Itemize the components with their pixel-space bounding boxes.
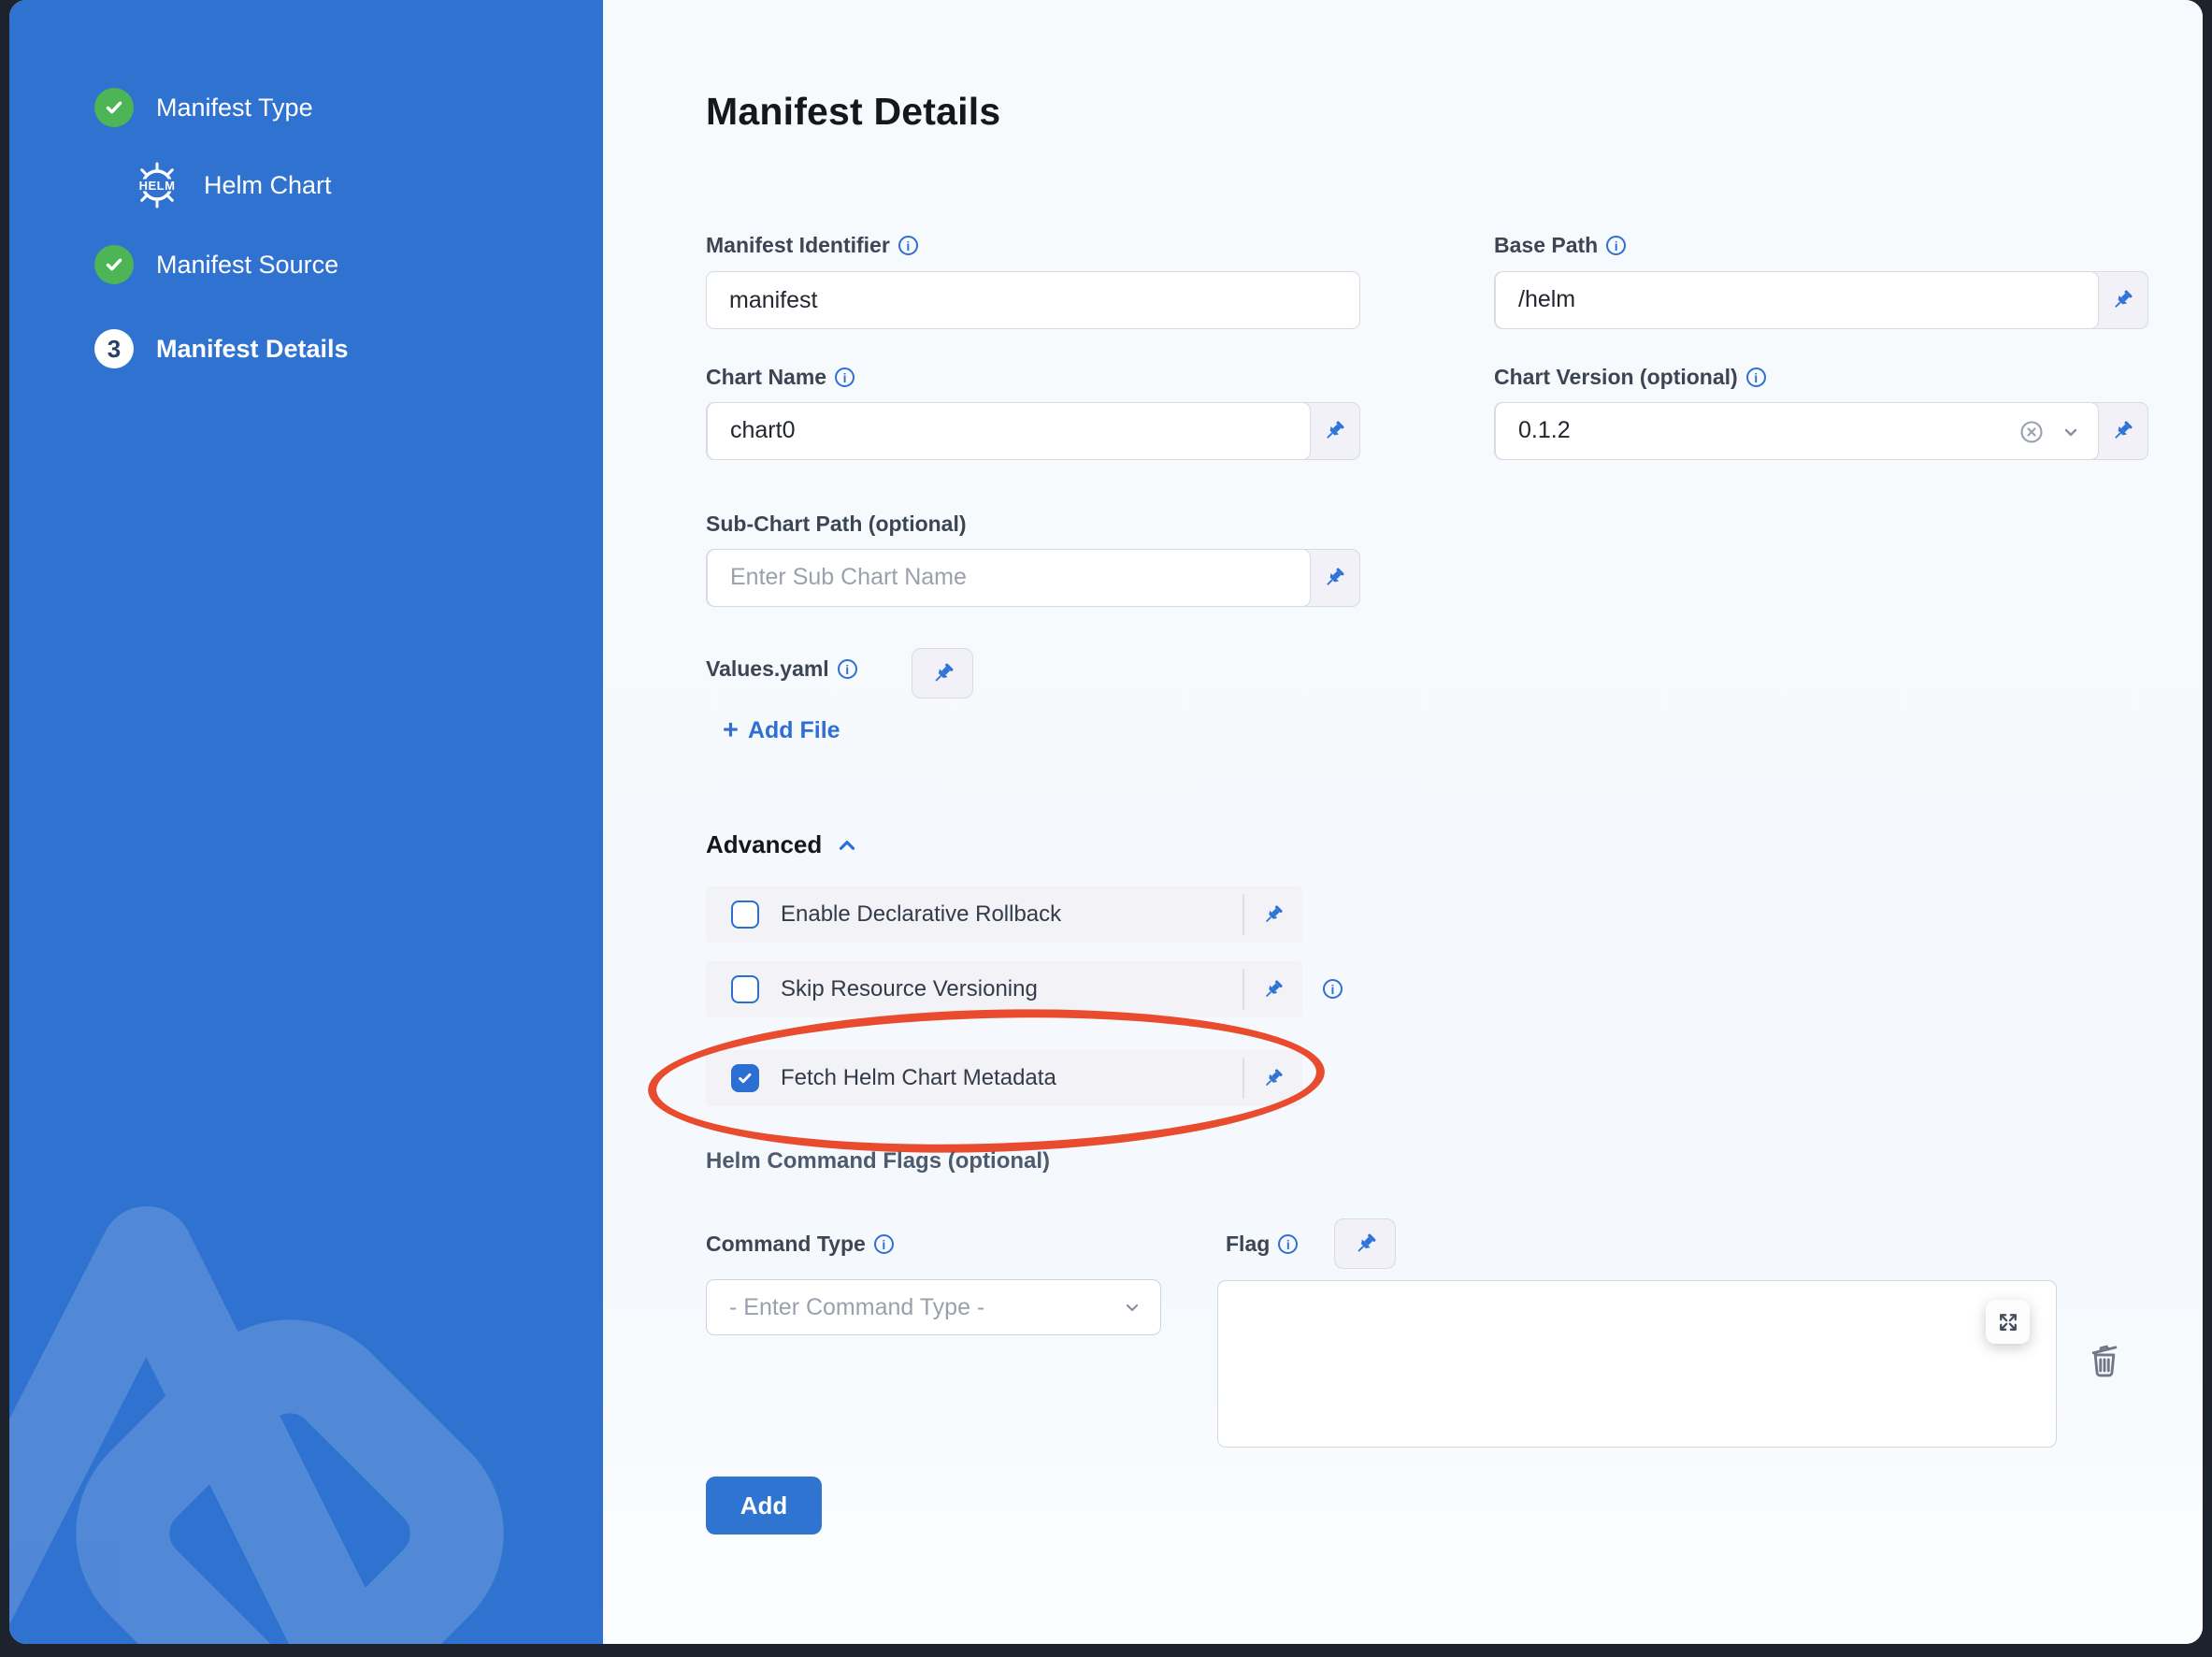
step-complete-icon [94, 88, 134, 127]
pin-icon[interactable] [1250, 1050, 1295, 1106]
sub-chart-path-field [706, 549, 1360, 607]
info-icon[interactable] [835, 367, 855, 387]
pin-icon[interactable] [1334, 1218, 1396, 1269]
checkbox[interactable] [731, 1064, 759, 1092]
step-label: Manifest Source [156, 251, 338, 280]
chart-name-label: Chart Name [706, 365, 855, 390]
helm-command-flags-label: Helm Command Flags (optional) [706, 1148, 1050, 1174]
manifest-type-label: Helm Chart [204, 171, 332, 200]
pin-icon[interactable] [1309, 403, 1359, 459]
chart-version-field [1494, 402, 2148, 460]
info-icon[interactable] [838, 659, 857, 679]
flag-textarea[interactable] [1217, 1280, 2057, 1448]
manifest-wizard-modal: Manifest Type HELM Helm Cha [9, 0, 2203, 1644]
manifest-identifier-input[interactable] [706, 271, 1360, 329]
sidebar-step-manifest-source[interactable]: Manifest Source [94, 245, 338, 284]
clear-icon[interactable] [2018, 419, 2045, 445]
checkbox-row-fetch-helm-chart-metadata[interactable]: Fetch Helm Chart Metadata [706, 1050, 1302, 1106]
command-type-select[interactable]: - Enter Command Type - [706, 1279, 1161, 1335]
step-number-badge: 3 [94, 329, 134, 368]
pin-icon[interactable] [1309, 550, 1359, 606]
add-button[interactable]: Add [706, 1477, 822, 1535]
chevron-down-icon[interactable] [2060, 421, 2082, 443]
base-path-input[interactable] [1495, 271, 2099, 329]
checkbox-row-skip-resource-versioning[interactable]: Skip Resource Versioning [706, 961, 1302, 1017]
info-icon[interactable] [1606, 236, 1626, 255]
sub-chart-path-label: Sub-Chart Path (optional) [706, 512, 967, 537]
sidebar-step-manifest-details[interactable]: 3 Manifest Details [94, 329, 349, 368]
flag-label: Flag [1226, 1232, 1298, 1257]
plus-icon: + [723, 717, 739, 744]
step-label: Manifest Details [156, 335, 349, 364]
chart-version-label: Chart Version (optional) [1494, 365, 1766, 390]
chevron-up-icon [835, 833, 859, 857]
command-type-placeholder: - Enter Command Type - [729, 1294, 1121, 1321]
command-type-label: Command Type [706, 1232, 894, 1257]
pin-icon[interactable] [2097, 272, 2147, 328]
sidebar-manifest-type-helm-chart[interactable]: HELM Helm Chart [133, 161, 332, 209]
checkbox-label: Fetch Helm Chart Metadata [781, 1065, 1056, 1091]
checkbox-label: Skip Resource Versioning [781, 976, 1038, 1002]
manifest-details-panel: Manifest Details Manifest Identifier Bas… [603, 0, 2203, 1644]
divider [1242, 1058, 1244, 1099]
divider [1242, 969, 1244, 1010]
checkbox[interactable] [731, 975, 759, 1003]
manifest-identifier-label: Manifest Identifier [706, 233, 918, 258]
add-file-button[interactable]: + Add File [723, 717, 840, 744]
svg-text:HELM: HELM [139, 179, 176, 193]
checkbox-row-declarative-rollback[interactable]: Enable Declarative Rollback [706, 886, 1302, 943]
pin-icon[interactable] [1250, 961, 1295, 1017]
chart-name-input[interactable] [707, 402, 1311, 460]
expand-icon[interactable] [1986, 1300, 2030, 1344]
step-label: Manifest Type [156, 94, 313, 122]
info-icon[interactable] [1278, 1234, 1298, 1254]
pin-icon[interactable] [912, 648, 973, 699]
base-path-field [1494, 271, 2148, 329]
values-yaml-label: Values.yaml [706, 656, 857, 682]
info-icon[interactable] [1323, 979, 1343, 999]
pin-icon[interactable] [2097, 403, 2147, 459]
checkbox-label: Enable Declarative Rollback [781, 901, 1061, 928]
chart-version-controls [2018, 403, 2082, 461]
base-path-label: Base Path [1494, 233, 1626, 258]
step-complete-icon [94, 245, 134, 284]
chart-name-field [706, 402, 1360, 460]
info-icon[interactable] [898, 236, 918, 255]
sub-chart-path-input[interactable] [707, 549, 1311, 607]
page-title: Manifest Details [706, 90, 1000, 134]
sidebar-step-manifest-type[interactable]: Manifest Type [94, 88, 313, 127]
pin-icon[interactable] [1250, 886, 1295, 943]
chart-version-input[interactable] [1495, 402, 2099, 460]
wizard-sidebar: Manifest Type HELM Helm Cha [9, 0, 603, 1644]
advanced-section-toggle[interactable]: Advanced [706, 830, 859, 859]
info-icon[interactable] [1746, 367, 1766, 387]
trash-icon[interactable] [2083, 1339, 2126, 1382]
checkbox[interactable] [731, 901, 759, 929]
helm-logo-icon: HELM [133, 161, 181, 209]
info-icon[interactable] [874, 1234, 894, 1254]
divider [1242, 894, 1244, 935]
chevron-down-icon [1121, 1296, 1143, 1318]
page-background: Manifest Type HELM Helm Cha [0, 0, 2212, 1657]
